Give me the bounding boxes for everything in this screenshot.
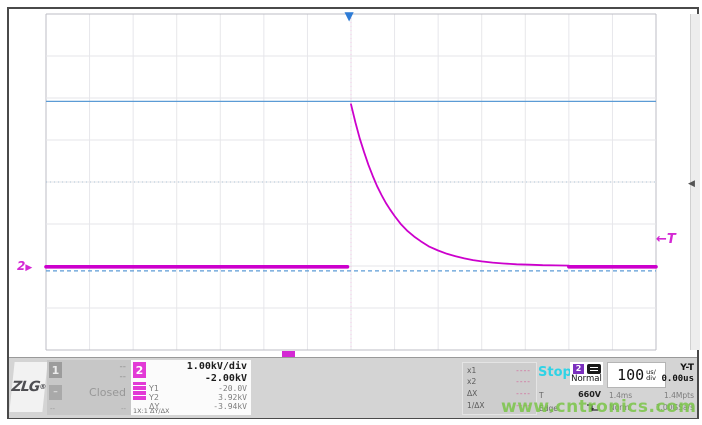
cursor-x2-label: x2 xyxy=(467,377,476,386)
timebase-scale-box[interactable]: 100 us/div xyxy=(607,362,666,388)
channel1-block[interactable]: 1 -- -- – Closed -- -- xyxy=(47,360,131,415)
timebase-scale: 100 xyxy=(617,366,644,384)
channel2-block[interactable]: 2 1.00kV/div -2.00kV Y1 -20.0V Y2 3.92kV… xyxy=(131,360,251,415)
run-state-badge[interactable]: Stop xyxy=(538,365,572,380)
trigger-position-marker-icon[interactable]: ▼ xyxy=(345,10,354,22)
right-arrow-icon: ▶ xyxy=(25,263,32,273)
trigger-coupling-icon xyxy=(587,364,601,374)
delta-ratio-icon: ΔY/ΔX xyxy=(150,407,170,415)
channel1-offset: -- xyxy=(120,372,127,382)
waveform-display: ▼ ←T 2▶ ◀ xyxy=(9,9,697,357)
cursor-dx-label: ΔX xyxy=(467,389,477,398)
channel2-badge: 2 xyxy=(133,362,146,378)
cursor-dy-value: -3.94kV xyxy=(213,402,247,411)
trigger-delay: 0.00us xyxy=(661,374,694,384)
timebase-unit-bottom: div xyxy=(646,374,656,382)
menu-collapse-icon[interactable]: ◀ xyxy=(688,179,695,189)
channel2-waveform-icon xyxy=(133,382,146,400)
logo-text: ZLG xyxy=(11,379,40,395)
channel1-probe: -- xyxy=(50,405,55,413)
channel1-vdiv: -- xyxy=(120,362,127,372)
scope-window: ▼ ←T 2▶ ◀ ZLG® 1 -- -- – Closed -- -- 2 … xyxy=(7,7,699,419)
trigger-level-marker[interactable]: ←T xyxy=(656,232,676,247)
cursor-inv-dx-label: 1/ΔX xyxy=(467,401,485,410)
trigger-mode: Normal xyxy=(570,374,603,384)
channel2-vdiv: 1.00kV/div xyxy=(187,361,247,372)
cursor-x1-value: ---- xyxy=(516,366,531,375)
logo-registered-mark: ® xyxy=(39,383,46,391)
watermark: www.cntronics.com xyxy=(501,397,696,417)
cursor-y1-value: -20.0V xyxy=(218,384,247,393)
cursor-x1-label: x1 xyxy=(467,366,476,375)
trigger-level-marker-label: ←T xyxy=(656,232,676,247)
cursor-x2-value: ---- xyxy=(516,377,531,386)
channel2-probe-ratio: 1X:1 xyxy=(133,407,148,415)
display-mode: Y-T xyxy=(680,363,694,373)
channel1-badge: 1 xyxy=(49,362,62,378)
channel1-status: Closed xyxy=(89,386,126,399)
cursor-y2-label: Y2 xyxy=(149,393,159,402)
zlg-logo: ZLG® xyxy=(9,362,47,412)
trigger-source-badge: 2 xyxy=(573,364,584,374)
cursor-y1-label: Y1 xyxy=(149,384,159,393)
channel2-position-marker[interactable]: 2▶ xyxy=(17,259,32,273)
channel2-probe: 1X:1 ΔY/ΔX xyxy=(133,407,170,415)
trigger-source-box[interactable]: 2 Normal xyxy=(570,362,603,385)
channel2-offset: -2.00kV xyxy=(205,373,247,384)
channel1-extra: -- xyxy=(121,405,126,413)
channel1-coupling-icon: – xyxy=(49,385,62,400)
cursor-y2-value: 3.92kV xyxy=(218,393,247,402)
waveform-svg xyxy=(9,9,697,357)
